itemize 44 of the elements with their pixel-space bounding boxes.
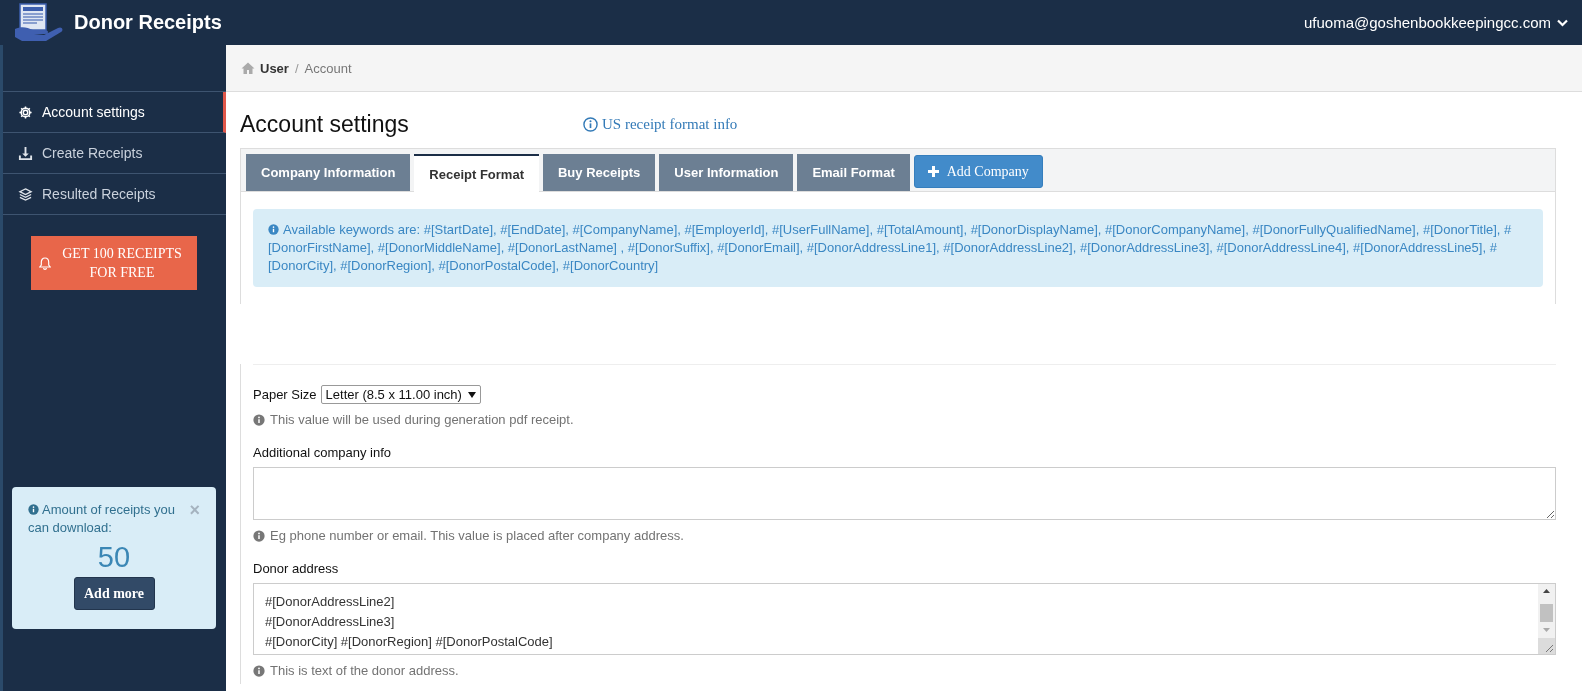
caret-icon xyxy=(467,391,476,398)
paper-size-dropdown[interactable]: Letter (8.5 x 11.00 inch) xyxy=(320,385,481,404)
add-more-button[interactable]: Add more xyxy=(73,577,155,610)
info-icon xyxy=(28,504,39,515)
home-icon xyxy=(241,62,255,74)
field-label: Additional company info xyxy=(253,445,393,460)
sidebar-item[interactable]: Resulted Receipts xyxy=(3,174,226,215)
info-icon xyxy=(583,117,598,132)
tab[interactable]: Buy Receipts xyxy=(543,154,656,191)
help-text: This value will be used during generation pdf receipt. xyxy=(270,412,574,427)
tab[interactable]: Receipt Format xyxy=(414,154,539,192)
sidebar-item[interactable]: Account settings xyxy=(3,92,226,133)
info-icon xyxy=(253,529,265,542)
plus-icon xyxy=(927,166,939,177)
breadcrumb-current: Account xyxy=(304,60,352,76)
keywords-alert: Available keywords are: #[StartDate], #[EndDate], #[CompanyName], #[EmployerId], #[UserFullName], #[TotalAmount], #[DonorDisplayName], #[DonorCompanyName], #[DonorFullyQualifiedName], #[DonorTitle], #[DonorFirstName], #[DonorMiddleName], #[DonorLastName] , #[DonorSuffix], #[DonorEmail], #[DonorAddressLine1], #[DonorAddressLine2], #[DonorAddressLine3], #[DonorAddressLine4], #[DonorAddressLine5], #[DonorCity], #[DonorRegion], #[DonorPostalCode], #[DonorCountry] xyxy=(253,209,1543,287)
field-label: Donor address xyxy=(253,561,340,576)
gear-icon xyxy=(18,104,33,120)
info-icon xyxy=(268,224,279,235)
add-company-button[interactable]: Add Company xyxy=(913,155,1043,188)
info-icon xyxy=(253,413,265,426)
user-menu[interactable]: ufuoma@goshenbookkeepingcc.com xyxy=(1303,14,1568,31)
help-text: Eg phone number or email. This value is placed after company address. xyxy=(270,528,684,543)
layers-icon xyxy=(18,186,33,202)
breadcrumb-separator: / xyxy=(294,60,299,76)
page-title: Account settings xyxy=(240,111,410,138)
help-text: This is text of the donor address. xyxy=(270,663,459,678)
tab[interactable]: Email Format xyxy=(797,154,910,191)
app-title: Donor Receipts xyxy=(74,11,222,34)
chevron-down-icon xyxy=(1557,18,1568,27)
format-info-link[interactable]: US receipt format info xyxy=(583,116,738,133)
tab[interactable]: Company Information xyxy=(246,154,411,191)
bell-icon xyxy=(39,256,51,270)
download-icon xyxy=(18,145,33,161)
company-info-field[interactable] xyxy=(253,467,1556,520)
sidebar-item[interactable]: Create Receipts xyxy=(3,133,226,174)
receipts-info-text: Amount of receipts you can download: xyxy=(28,501,176,537)
info-icon xyxy=(253,664,265,677)
field-label: Paper Size xyxy=(253,387,317,402)
donor-address-field[interactable]: #[DonorAddressLine2] #[DonorAddressLine3] #[DonorCity] #[DonorRegion] #[DonorPostalCode] xyxy=(253,583,1556,655)
receipts-count: 50 xyxy=(97,541,131,573)
breadcrumb-link[interactable]: User xyxy=(241,60,289,76)
tab[interactable]: User Information xyxy=(659,154,794,191)
scrollbar-drawing xyxy=(1538,584,1555,654)
